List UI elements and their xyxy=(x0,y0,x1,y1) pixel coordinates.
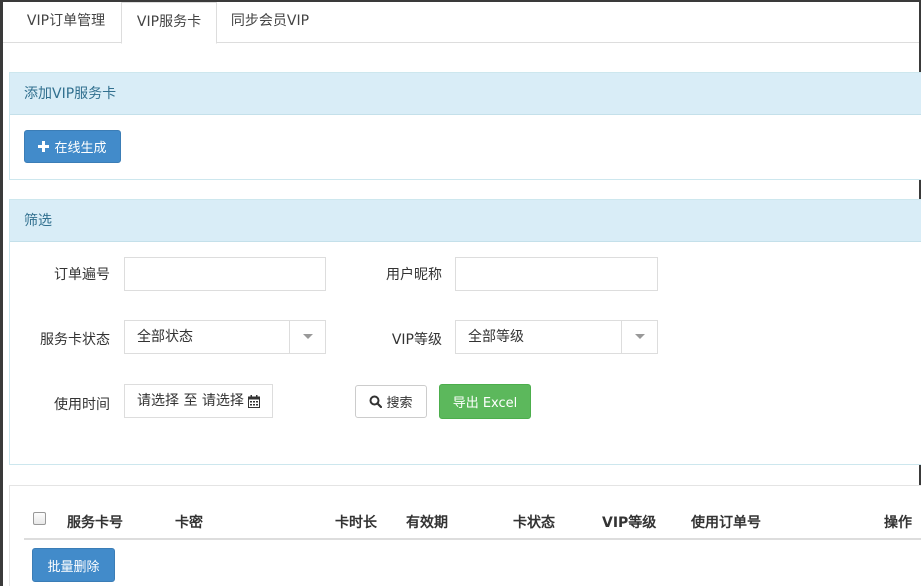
card-status-dropdown-toggle[interactable] xyxy=(289,321,325,353)
chevron-down-icon xyxy=(635,334,645,339)
vip-level-dropdown-toggle[interactable] xyxy=(621,321,657,353)
col-header-card-status: 卡状态 xyxy=(513,515,555,531)
calendar-icon xyxy=(247,394,260,408)
window-frame-left xyxy=(0,0,3,586)
export-excel-label: 导出 Excel xyxy=(452,396,518,411)
col-header-card-secret: 卡密 xyxy=(175,515,203,531)
tab-bar: VIP订单管理 VIP服务卡 同步会员VIP xyxy=(3,2,919,44)
search-icon xyxy=(369,395,383,408)
card-status-label: 服务卡状态 xyxy=(40,332,110,348)
nickname-label: 用户昵称 xyxy=(386,267,442,283)
col-header-validity: 有效期 xyxy=(406,515,448,531)
col-header-order-no: 使用订单号 xyxy=(691,515,761,531)
search-button-label: 搜索 xyxy=(386,396,413,411)
tab-vip-service-card[interactable]: VIP服务卡 xyxy=(121,2,217,44)
plus-icon xyxy=(38,141,50,152)
use-time-label: 使用时间 xyxy=(54,397,110,413)
select-all-checkbox[interactable] xyxy=(33,512,46,525)
tab-vip-orders[interactable]: VIP订单管理 xyxy=(11,2,121,43)
date-range-picker[interactable]: 请选择 至 请选择 xyxy=(124,384,273,418)
order-no-label: 订单遍号 xyxy=(54,267,110,283)
col-header-duration: 卡时长 xyxy=(335,515,377,531)
filter-panel-title: 筛选 xyxy=(10,200,921,242)
col-header-card-no: 服务卡号 xyxy=(67,515,123,531)
chevron-down-icon xyxy=(303,334,313,339)
add-card-panel-title: 添加VIP服务卡 xyxy=(10,73,921,115)
generate-online-label: 在线生成 xyxy=(54,141,107,156)
nickname-input[interactable] xyxy=(455,257,658,291)
tab-label: VIP服务卡 xyxy=(136,14,202,30)
order-no-input[interactable] xyxy=(124,257,326,291)
vip-level-select[interactable]: 全部等级 xyxy=(455,320,658,354)
tab-sync-vip[interactable]: 同步会员VIP xyxy=(217,2,323,43)
add-card-panel: 添加VIP服务卡 xyxy=(9,72,921,180)
generate-online-button[interactable]: 在线生成 xyxy=(24,130,121,163)
vip-level-label: VIP等级 xyxy=(391,332,442,348)
date-range-text: 请选择 至 请选择 xyxy=(137,393,244,409)
card-status-select[interactable]: 全部状态 xyxy=(124,320,326,354)
card-table-panel xyxy=(9,485,921,586)
batch-delete-button[interactable]: 批量删除 xyxy=(32,548,115,582)
col-header-actions: 操作 xyxy=(884,515,912,531)
search-button[interactable]: 搜索 xyxy=(355,385,427,418)
table-header-divider xyxy=(24,538,921,540)
tab-label: VIP订单管理 xyxy=(26,13,106,29)
batch-delete-label: 批量删除 xyxy=(47,559,100,575)
vip-level-value: 全部等级 xyxy=(468,329,524,345)
card-status-value: 全部状态 xyxy=(137,329,193,345)
export-excel-button[interactable]: 导出 Excel xyxy=(439,384,531,419)
col-header-vip-level: VIP等级 xyxy=(602,515,657,531)
tab-label: 同步会员VIP xyxy=(230,13,310,29)
